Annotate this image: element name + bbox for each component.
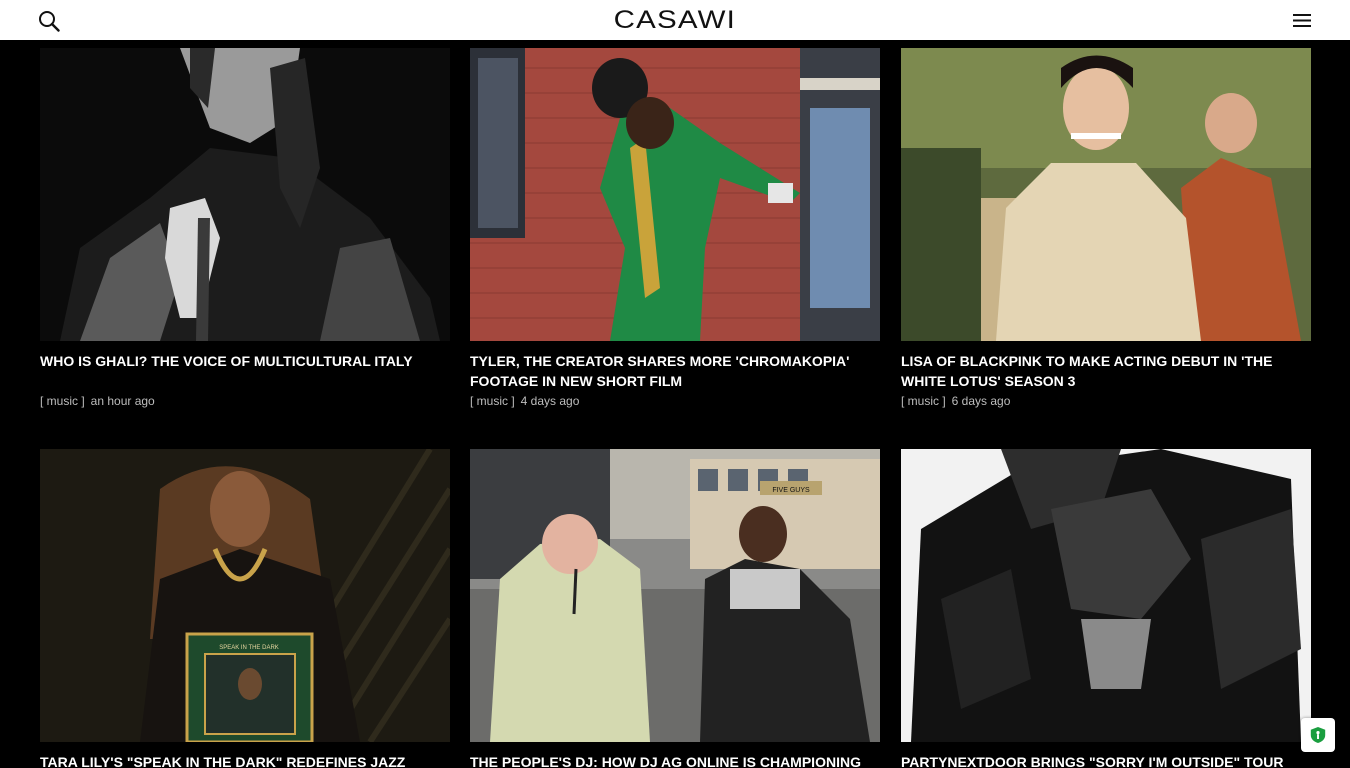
article-category[interactable]: [ music ]: [901, 394, 946, 408]
article-category[interactable]: [ music ]: [470, 394, 515, 408]
article-card: LISA OF BLACKPINK TO MAKE ACTING DEBUT I…: [901, 48, 1311, 408]
article-meta: [ music ] 6 days ago: [901, 394, 1010, 408]
article-timestamp: 6 days ago: [951, 394, 1011, 408]
article-title[interactable]: TARA LILY'S "SPEAK IN THE DARK" REDEFINE…: [40, 752, 435, 768]
top-navigation-bar: CASAWI: [0, 0, 1350, 40]
privacy-settings-button[interactable]: [1301, 718, 1335, 752]
album-cover-text: SPEAK IN THE DARK: [219, 645, 279, 651]
article-thumbnail[interactable]: [901, 449, 1311, 742]
article-card: SPEAK IN THE DARK TARA LILY'S "SPEAK IN …: [40, 449, 450, 768]
article-card: TYLER, THE CREATOR SHARES MORE 'CHROMAKO…: [470, 48, 880, 408]
article-meta: [ music ] an hour ago: [40, 394, 155, 408]
article-title[interactable]: THE PEOPLE'S DJ: HOW DJ AG ONLINE IS CHA…: [470, 752, 865, 768]
hamburger-menu-icon[interactable]: [1293, 13, 1311, 28]
article-timestamp: 4 days ago: [520, 394, 580, 408]
site-logo[interactable]: CASAWI: [614, 0, 736, 40]
article-card: PARTYNEXTDOOR BRINGS "SORRY I'M OUTSIDE"…: [901, 449, 1311, 768]
article-meta: [ music ] 4 days ago: [470, 394, 579, 408]
article-title[interactable]: TYLER, THE CREATOR SHARES MORE 'CHROMAKO…: [470, 351, 865, 391]
article-thumbnail[interactable]: SPEAK IN THE DARK: [40, 449, 450, 742]
article-title[interactable]: PARTYNEXTDOOR BRINGS "SORRY I'M OUTSIDE"…: [901, 752, 1296, 768]
article-category[interactable]: [ music ]: [40, 394, 85, 408]
privacy-shield-icon: [1310, 727, 1326, 743]
article-thumbnail[interactable]: [40, 48, 450, 341]
article-thumbnail[interactable]: [470, 48, 880, 341]
article-thumbnail[interactable]: FIVE GUYS: [470, 449, 880, 742]
street-sign-text: FIVE GUYS: [772, 487, 810, 494]
article-title[interactable]: LISA OF BLACKPINK TO MAKE ACTING DEBUT I…: [901, 351, 1296, 391]
search-icon[interactable]: [38, 10, 60, 32]
article-title[interactable]: WHO IS GHALI? THE VOICE OF MULTICULTURAL…: [40, 351, 435, 371]
article-timestamp: an hour ago: [90, 394, 155, 408]
article-thumbnail[interactable]: [901, 48, 1311, 341]
article-card: FIVE GUYS THE PEOPLE'S DJ: HOW DJ AG ONL…: [470, 449, 880, 768]
article-card: WHO IS GHALI? THE VOICE OF MULTICULTURAL…: [40, 48, 450, 408]
